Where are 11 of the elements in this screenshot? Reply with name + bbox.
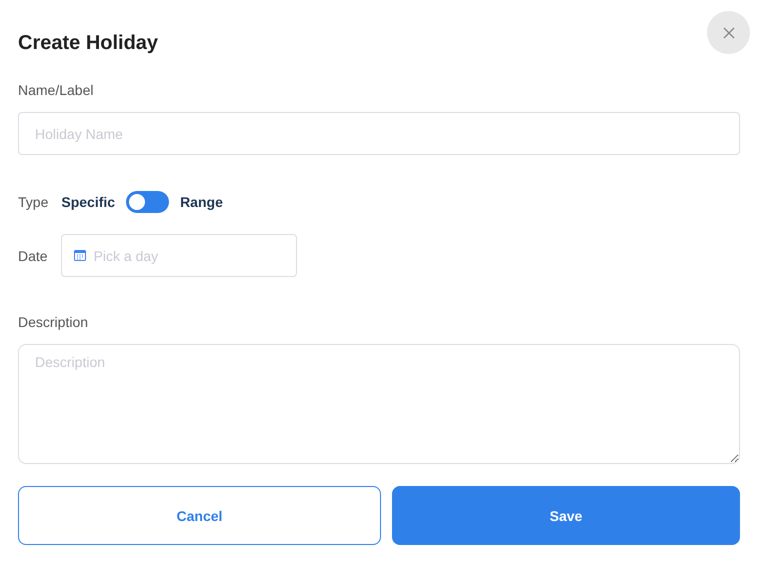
- field-label: Description: [18, 313, 90, 331]
- toggle-option-label: Specific: [61, 194, 116, 210]
- type-toggle[interactable]: [126, 191, 170, 213]
- dialog-title: Create Holiday: [18, 31, 158, 56]
- field-label: Type: [18, 194, 48, 210]
- field-label: Date: [18, 248, 48, 264]
- toggle-option-label: Range: [180, 194, 223, 210]
- field-label: Name/Label: [18, 81, 94, 99]
- save-button[interactable]: Save: [392, 486, 740, 545]
- close-icon: [722, 26, 734, 38]
- cancel-button[interactable]: Cancel: [18, 486, 381, 545]
